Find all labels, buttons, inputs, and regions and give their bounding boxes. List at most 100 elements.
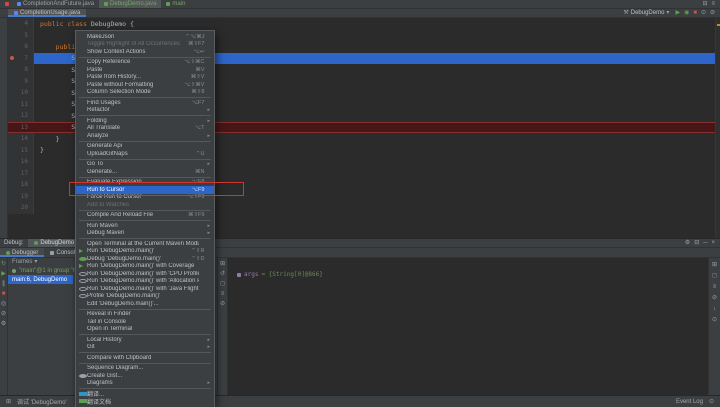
tab-debugger[interactable]: Debugger [0,248,44,257]
menu-item[interactable]: Local History ▸ [76,336,214,344]
filter-icon[interactable]: ⊘ [220,301,225,307]
list-icon[interactable]: ≡ [221,291,225,297]
window-control-icon[interactable] [5,2,9,6]
variable-row[interactable]: args = {String[0]@866} [228,270,708,279]
gutter-line-number[interactable]: 15 [8,145,34,157]
menu-item[interactable]: Profile 'DebugDemo.main()' ▸ [76,293,214,301]
close-icon[interactable]: × [711,240,715,246]
debug-session-tab[interactable]: DebugDemo [28,239,80,247]
menu-item[interactable]: Tail in Console ▸ [76,318,214,326]
breakpoint-icon[interactable] [10,56,14,60]
menu-item[interactable]: Reveal in Finder ▸ [76,311,214,319]
bell-icon[interactable]: ⊙ [709,399,714,405]
menu-icon[interactable]: ≡ [713,284,717,290]
view-breakpoints-icon[interactable]: ◎ [1,301,6,307]
left-toolwindow-rail[interactable] [0,18,8,238]
menu-item[interactable]: Evaluate Expression... ⌥F8 ▸ [76,179,214,187]
slash-icon[interactable]: ⊘ [712,295,717,301]
settings-icon[interactable]: ⚙ [685,240,690,246]
gutter-line-number[interactable]: 8 [8,64,34,76]
variables-panel[interactable]: args = {String[0]@866} [228,258,708,395]
menu-item[interactable]: Open Terminal at the Current Maven Modul… [76,240,214,248]
pause-icon[interactable]: ∥ [2,281,5,287]
window-tab-completionandfuture[interactable]: CompletionAndFuture.java [12,0,99,8]
menu-item[interactable]: Diagrams ▸ [76,380,214,388]
gutter-line-number[interactable]: 11 [8,99,34,111]
menu-item[interactable]: All Translate ⌥T ▸ [76,125,214,133]
menu-item[interactable]: Refactor ▸ [76,107,214,115]
menu-item[interactable]: Folding ▸ [76,117,214,125]
more-icon[interactable]: ≡ [711,1,715,7]
menu-item[interactable]: Open in Terminal ▸ [76,326,214,334]
gutter-line-number[interactable]: 10 [8,87,34,99]
gutter-line-number[interactable]: 17 [8,168,34,180]
menu-item[interactable]: Find Usages ⌥F7 ▸ [76,99,214,107]
window-tab-debugdemo[interactable]: DebugDemo.java [99,0,161,8]
mute-breakpoints-icon[interactable]: ⊘ [1,311,6,317]
menu-item[interactable]: Sequence Diagram... ▸ [76,365,214,373]
menu-item[interactable]: Paste from History... ⌘⇧V ▸ [76,74,214,82]
gutter-line-number[interactable]: 5 [8,30,34,42]
menu-item[interactable]: UploadGitNaps ⌃U ▸ [76,150,214,158]
menu-item[interactable]: Run 'DebugDemo.main()' with Coverage ▸ [76,263,214,271]
menu-item[interactable]: Create Gist... ▸ [76,372,214,380]
gutter-line-number[interactable]: 12 [8,110,34,122]
settings-icon[interactable]: ⚙ [1,321,6,327]
gutter-line-number[interactable]: 9 [8,76,34,88]
menu-item[interactable]: Toggle Highlight of All Occurrences ⌘⇧F7… [76,41,214,49]
layout-icon[interactable]: ⊟ [702,1,707,7]
restore-layout-icon[interactable]: ↺ [220,271,225,277]
menu-item[interactable]: Paste without Formatting ⌥⇧⌘V ▸ [76,81,214,89]
gutter-line-number[interactable]: 6 [8,41,34,53]
hide-icon[interactable]: ─ [703,240,707,246]
rerun-icon[interactable]: ↻ [1,261,6,267]
menu-item[interactable]: 翻译文档 ▸ [76,398,214,406]
menu-item[interactable]: Run 'DebugDemo.main()' with 'Java Flight… [76,285,214,293]
menu-item-run-to-cursor[interactable]: Run to Cursor ⌥F9 ▸ [76,186,214,194]
menu-item[interactable]: Debug 'DebugDemo.main()' ⌃⇧D ▸ [76,255,214,263]
camera-icon[interactable]: ◻ [220,281,225,287]
menu-item[interactable]: Go To ▸ [76,161,214,169]
menu-item[interactable]: Run Maven ▸ [76,222,214,230]
run-icon[interactable]: ▶ [675,10,680,16]
menu-item[interactable]: Generate... ⌘N ▸ [76,168,214,176]
resume-icon[interactable]: ▶ [1,271,6,277]
profiler-icon[interactable]: ⊙ [701,10,706,16]
menu-item[interactable]: Compare with Clipboard ▸ [76,354,214,362]
gutter-line-number[interactable]: 7 [8,53,34,65]
menu-item[interactable]: Debug Maven ▸ [76,230,214,238]
menu-item[interactable]: Git ▸ [76,344,214,352]
menu-item[interactable]: Column Selection Mode ⌘⇧8 ▸ [76,89,214,97]
menu-item[interactable]: Edit 'DebugDemo.main()'... ▸ [76,300,214,308]
layout-icon[interactable]: ⊞ [220,261,225,267]
menu-item[interactable]: Generate Api ▸ [76,143,214,151]
frame-main[interactable]: main:6, DebugDemo [8,275,73,284]
event-log-link[interactable]: Event Log [676,399,703,405]
stop-icon[interactable]: ■ [693,10,697,16]
editor-tab-completionusage[interactable]: CompletionUsage.java [8,9,86,17]
run-configuration[interactable]: ⚒ DebugDemo ▾ [623,10,669,16]
stop-icon[interactable]: ■ [2,291,6,297]
menu-item[interactable]: Add to Watches ▸ [76,201,214,209]
gutter-line-number[interactable]: 14 [8,133,34,145]
menu-item[interactable]: Run 'DebugDemo.main()' with 'Allocation … [76,278,214,286]
menu-item[interactable]: Run 'DebugDemo.main()' ⌃⇧R ▸ [76,248,214,256]
down-icon[interactable]: ↓ [713,306,716,312]
grid-icon[interactable]: ⊞ [712,262,717,268]
circle-icon[interactable]: ⊙ [712,317,717,323]
build-hammer-icon[interactable]: ⚒ [623,10,628,16]
menu-item[interactable]: Run 'DebugDemo.main()' with 'CPU Profile… [76,270,214,278]
menu-item[interactable]: MakeJson ⌃⌥⌘J ▸ [76,33,214,41]
code-line[interactable]: 4 public class DebugDemo { [8,18,720,30]
gutter-line-number[interactable]: 19 [8,191,34,203]
toolwindow-switcher-icon[interactable]: ⊞ [6,399,11,405]
gutter-line-number[interactable]: 20 [8,202,34,214]
menu-item[interactable]: Analyze ▸ [76,132,214,140]
gutter-line-number[interactable]: 16 [8,156,34,168]
search-everywhere-icon[interactable]: ⊘ [710,10,715,16]
menu-item[interactable]: Compile And Reload File ⌘⇧F9 ▸ [76,212,214,220]
menu-item[interactable]: Paste ⌘V ▸ [76,66,214,74]
float-icon[interactable]: ⊟ [694,240,699,246]
gutter-line-number[interactable]: 18 [8,179,34,191]
debug-bug-icon[interactable]: ◉ [684,10,689,16]
